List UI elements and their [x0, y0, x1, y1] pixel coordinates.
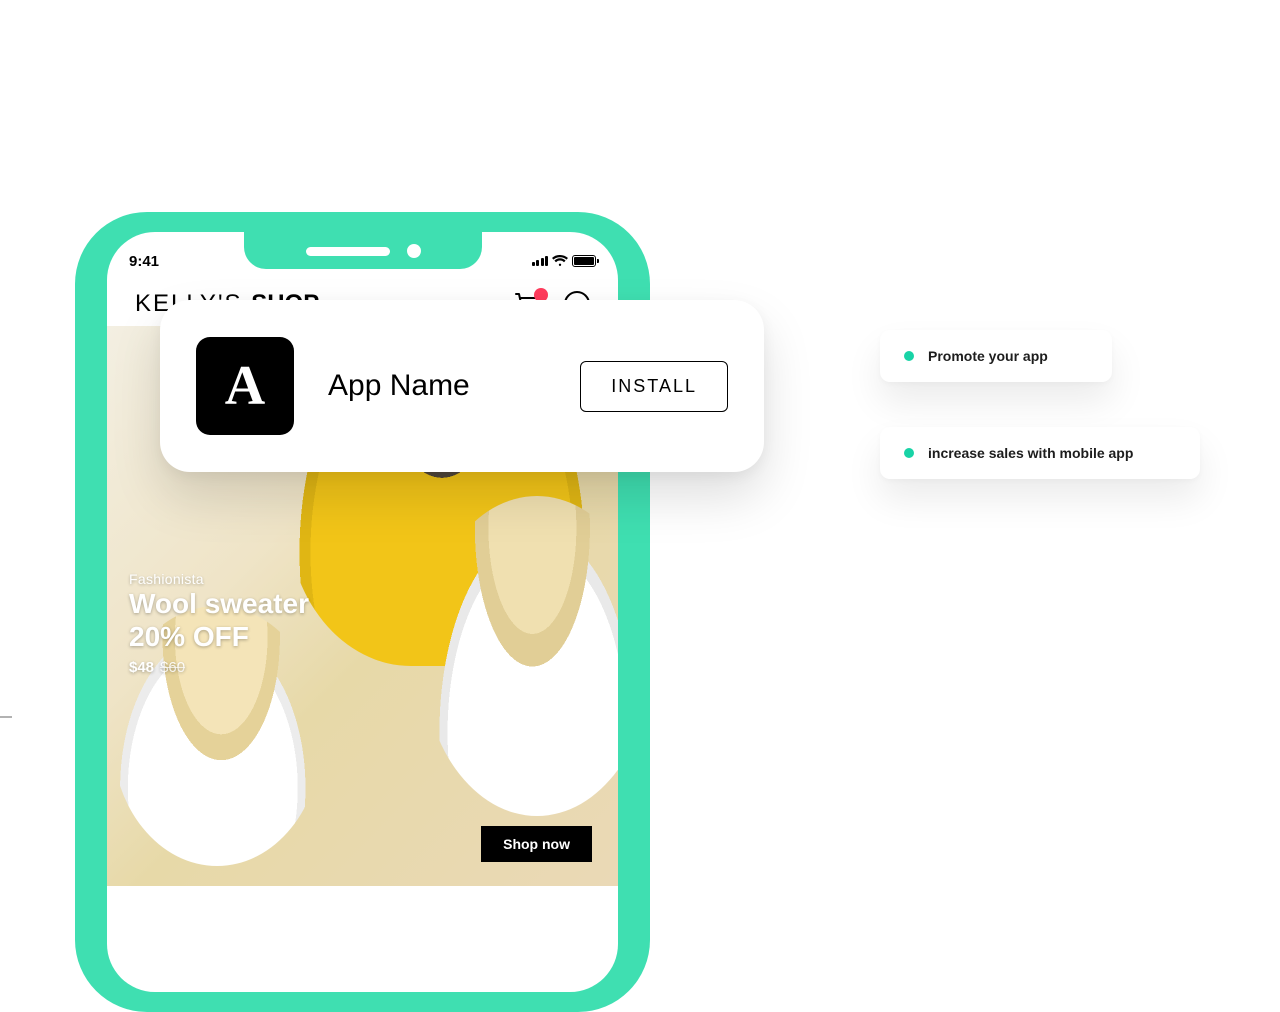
- cellular-signal-icon: [532, 256, 549, 266]
- phone-notch: [244, 232, 482, 269]
- hero-price: $48$60: [129, 659, 309, 676]
- wifi-icon: [552, 255, 568, 267]
- camera-dot: [407, 244, 421, 258]
- feature-tag-text: increase sales with mobile app: [928, 445, 1133, 461]
- app-name-text: App Name: [328, 369, 546, 403]
- bullet-dot-icon: [904, 448, 914, 458]
- speaker-slot: [306, 247, 390, 256]
- hero-text: Fashionista Wool sweater 20% OFF $48$60: [129, 571, 309, 676]
- app-icon: A: [196, 337, 294, 435]
- install-button[interactable]: INSTALL: [580, 361, 728, 412]
- install-app-card: A App Name INSTALL: [160, 300, 764, 472]
- hero-line-1: Wool sweater: [129, 587, 309, 620]
- feature-tag-promote: Promote your app: [880, 330, 1112, 382]
- edge-mark: [0, 716, 12, 718]
- feature-tag-text: Promote your app: [928, 348, 1048, 364]
- shop-now-button[interactable]: Shop now: [481, 826, 592, 862]
- clock-text: 9:41: [129, 253, 159, 270]
- feature-tag-sales: increase sales with mobile app: [880, 427, 1200, 479]
- hero-line-2: 20% OFF: [129, 620, 309, 653]
- bullet-dot-icon: [904, 351, 914, 361]
- battery-icon: [572, 255, 596, 267]
- hero-category: Fashionista: [129, 571, 309, 587]
